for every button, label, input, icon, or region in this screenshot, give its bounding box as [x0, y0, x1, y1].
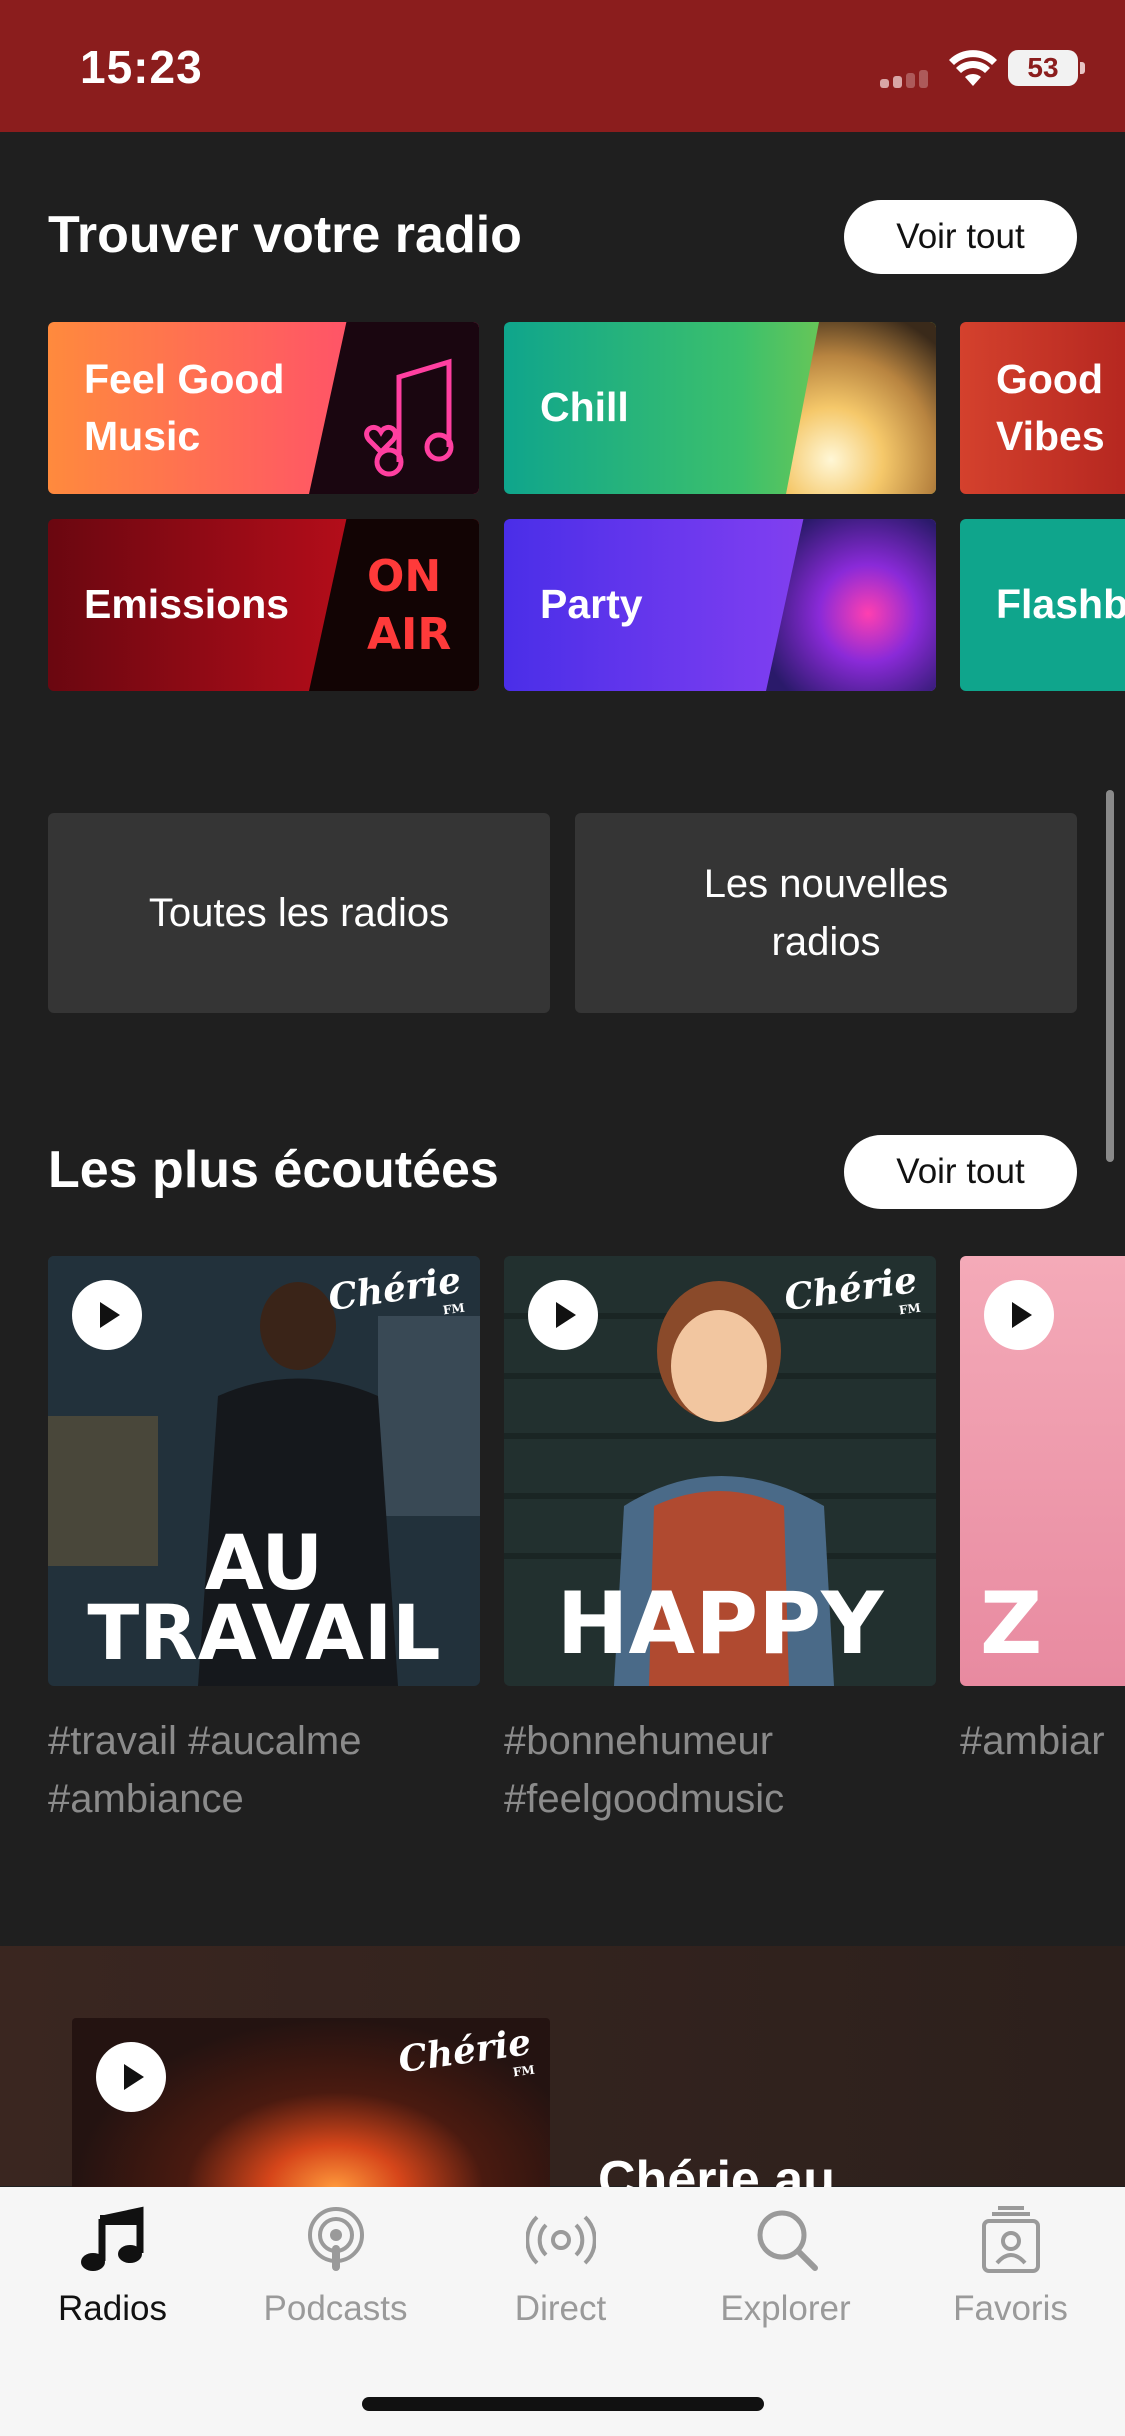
status-bar: 15:23 53 — [0, 0, 1125, 132]
genre-label: Party — [540, 581, 643, 628]
card-headline: HAPPY — [556, 1573, 884, 1674]
podcast-icon — [307, 2207, 364, 2271]
genre-label: Chill — [540, 384, 629, 431]
music-note-icon — [80, 2206, 143, 2271]
person-sunlight-image — [786, 322, 936, 494]
radio-card-au-travail[interactable]: Chérie FM AU TRAVAIL — [48, 1256, 480, 1686]
party-hands-image — [766, 519, 936, 691]
find-radio-see-all-button[interactable]: Voir tout — [844, 200, 1077, 274]
profile-badge-icon — [981, 2206, 1040, 2273]
genre-label: Flashb — [996, 581, 1125, 628]
cherie-fm-logo: Chérie FM — [395, 2020, 536, 2082]
genre-tile-party[interactable]: Party — [504, 519, 936, 691]
genre-tile-feel-good[interactable]: Feel Good Music — [48, 322, 479, 494]
genre-tile-good-vibes[interactable]: Good Vibes — [960, 322, 1125, 494]
tab-direct[interactable]: Direct — [448, 2205, 673, 2329]
broadcast-icon — [525, 2215, 596, 2265]
genre-tile-chill[interactable]: Chill — [504, 322, 936, 494]
card-tags: #travail #aucalme #ambiance — [48, 1719, 362, 1821]
tab-label: Favoris — [953, 2289, 1068, 2328]
status-time: 15:23 — [80, 41, 203, 93]
all-radios-button[interactable]: Toutes les radios — [48, 813, 550, 1013]
tab-label: Direct — [514, 2289, 607, 2328]
card-tags: #bonnehumeur #feelgoodmusic — [504, 1719, 785, 1821]
tab-label: Radios — [58, 2289, 167, 2328]
tab-label: Podcasts — [263, 2289, 408, 2328]
genre-label: Feel Good Music — [84, 355, 285, 459]
play-button[interactable] — [72, 1280, 142, 1350]
fireplace-image: Chérie FM — [72, 2018, 550, 2208]
battery-icon: 53 — [1008, 50, 1085, 86]
featured-card: Chérie FM — [72, 2018, 550, 2208]
tab-explorer[interactable]: Explorer — [673, 2205, 898, 2329]
radio-card-happy[interactable]: Chérie FM HAPPY — [504, 1256, 936, 1686]
most-listened-see-all-button[interactable]: Voir tout — [844, 1135, 1077, 1209]
svg-text:ON: ON — [367, 551, 441, 602]
card-tags: #ambiar — [960, 1719, 1105, 1763]
tab-label: Explorer — [720, 2289, 851, 2328]
card-headline: Z — [980, 1573, 1043, 1674]
play-button[interactable] — [96, 2042, 166, 2112]
tab-podcasts[interactable]: Podcasts — [223, 2205, 448, 2329]
music-hearts-image — [309, 322, 479, 494]
play-button[interactable] — [528, 1280, 598, 1350]
new-radios-button[interactable]: Les nouvelles radios — [575, 813, 1077, 1013]
tab-radios[interactable]: Radios — [0, 2205, 225, 2329]
genre-tile-emissions[interactable]: Emissions ON AIR — [48, 519, 479, 691]
genre-label: Good Vibes — [996, 355, 1105, 459]
on-air-sign-image: ON AIR — [309, 519, 479, 691]
most-listened-title: Les plus écoutées — [48, 1141, 499, 1199]
find-radio-title: Trouver votre radio — [48, 206, 522, 264]
search-icon — [757, 2210, 818, 2271]
genre-tile-flashback[interactable]: Flashb — [960, 519, 1125, 691]
genre-label: Emissions — [84, 581, 290, 628]
play-button[interactable] — [984, 1280, 1054, 1350]
radio-card-zen[interactable]: Z — [960, 1256, 1125, 1686]
card-headline: AU TRAVAIL — [87, 1518, 441, 1678]
home-indicator[interactable] — [362, 2397, 764, 2411]
wifi-icon — [949, 50, 997, 86]
cellular-signal-icon — [880, 70, 934, 88]
scrollbar[interactable] — [1106, 790, 1114, 1162]
tab-favoris[interactable]: Favoris — [898, 2205, 1123, 2329]
svg-text:AIR: AIR — [367, 609, 451, 660]
